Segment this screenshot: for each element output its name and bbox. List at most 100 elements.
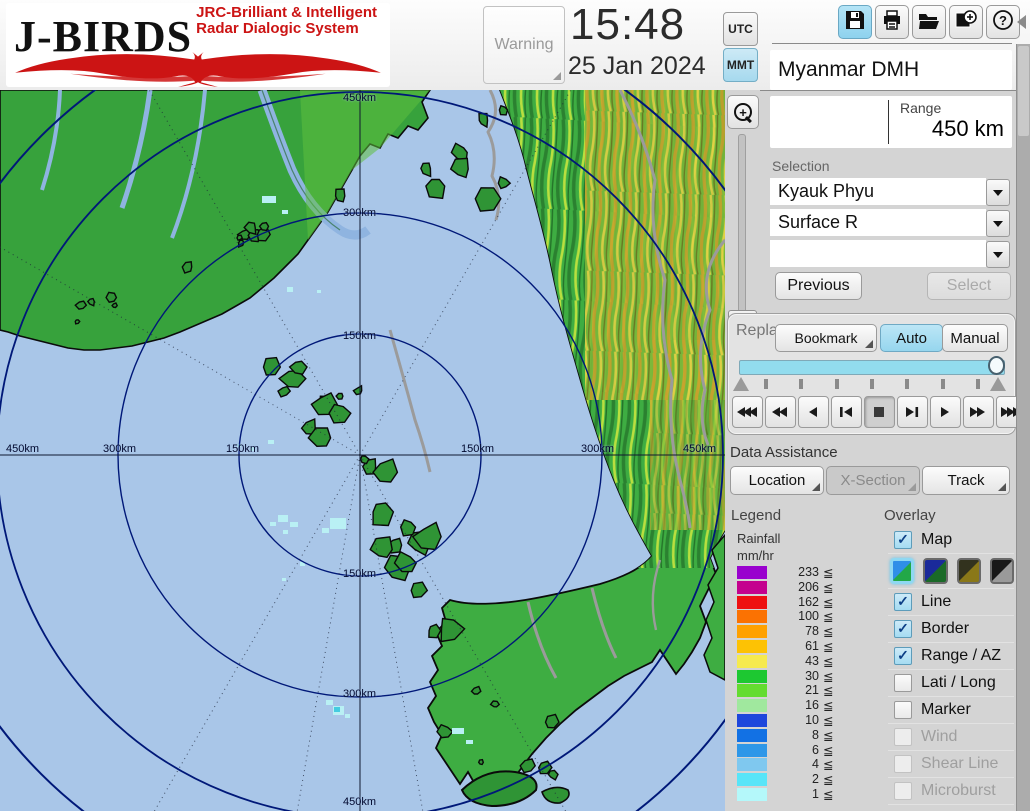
legend-swatch — [737, 773, 767, 786]
replay-range-end-marker[interactable] — [990, 377, 1006, 391]
unchecked-checkbox-icon[interactable] — [894, 701, 912, 719]
legend-swatch — [737, 640, 767, 653]
checked-checkbox-icon[interactable] — [894, 647, 912, 665]
warning-button[interactable]: Warning — [483, 6, 565, 84]
warning-label: Warning — [495, 36, 554, 54]
overlay-item-line[interactable]: Line — [888, 589, 1014, 616]
overlay-item-border[interactable]: Border — [888, 616, 1014, 643]
legend-lte-symbol: ≦ — [823, 772, 833, 787]
auto-button[interactable]: Auto — [880, 324, 943, 352]
playback-ffwd-fast-button[interactable] — [963, 396, 994, 428]
radar-map[interactable]: 450km300km150km150km300km450km450km300km… — [0, 90, 725, 811]
save-icon — [844, 9, 866, 36]
playback-rew-all-button[interactable] — [732, 396, 763, 428]
overlay-item-wind[interactable]: Wind — [888, 724, 1014, 751]
save-button[interactable] — [838, 5, 872, 39]
overlay-item-map[interactable]: Map — [888, 527, 1014, 554]
overlay-item-label: Range / AZ — [921, 647, 1001, 665]
legend-swatch — [737, 625, 767, 638]
legend-unit-line1: Rainfall — [737, 531, 780, 546]
legend-value: 16 — [773, 698, 819, 712]
unchecked-checkbox-icon[interactable] — [894, 755, 912, 773]
previous-button[interactable]: Previous — [775, 272, 862, 300]
overlay-item-lati-long[interactable]: Lati / Long — [888, 670, 1014, 697]
playback-play-button[interactable] — [930, 396, 961, 428]
legend-swatch — [737, 670, 767, 683]
overlay-item-label: Marker — [921, 701, 971, 719]
map-style-1-selected[interactable] — [890, 558, 914, 584]
collapse-panel-icon[interactable] — [1017, 15, 1026, 29]
replay-timeline-track[interactable] — [739, 360, 1005, 375]
site-dropdown[interactable]: Kyauk Phyu — [770, 178, 1010, 205]
print-button[interactable] — [875, 5, 909, 39]
playback-step-back-button[interactable] — [831, 396, 862, 428]
auto-label: Auto — [896, 330, 927, 347]
unchecked-checkbox-icon[interactable] — [894, 674, 912, 692]
overlay-item-shear-line[interactable]: Shear Line — [888, 751, 1014, 778]
playback-rew-fast-button[interactable] — [765, 396, 796, 428]
product-dropdown-arrow-icon[interactable] — [986, 210, 1010, 237]
legend-swatch — [737, 744, 767, 757]
overlay-label: Overlay — [884, 507, 936, 524]
x-section-button[interactable]: X-Section — [826, 466, 920, 495]
clock-date: 25 Jan 2024 — [568, 52, 738, 81]
mmt-button[interactable]: MMT — [723, 48, 758, 82]
option-dropdown-arrow-icon[interactable] — [986, 241, 1010, 268]
add-icon — [954, 9, 978, 36]
bookmark-button[interactable]: Bookmark — [775, 324, 877, 352]
track-button[interactable]: Track — [922, 466, 1010, 495]
overlay-item-label: Shear Line — [921, 755, 998, 773]
legend-value: 162 — [773, 595, 819, 609]
map-style-3[interactable] — [957, 558, 981, 584]
map-style-4[interactable] — [990, 558, 1014, 584]
overlay-item-label: Microburst — [921, 782, 996, 800]
overlay-item-label: Map — [921, 531, 952, 549]
legend-swatch — [737, 729, 767, 742]
playback-step-fwd-button[interactable] — [897, 396, 928, 428]
overlay-item-label: Border — [921, 620, 969, 638]
sidebar-scrollbar-thumb[interactable] — [1018, 46, 1029, 136]
manual-label: Manual — [950, 330, 999, 347]
product-dropdown[interactable]: Surface R — [770, 209, 1010, 236]
zoom-in-button[interactable]: + — [727, 95, 759, 129]
playback-stop-button[interactable] — [864, 396, 895, 428]
legend-lte-symbol: ≦ — [823, 580, 833, 595]
checked-checkbox-icon[interactable] — [894, 593, 912, 611]
playback-play-back-button[interactable] — [798, 396, 829, 428]
overlay-item-marker[interactable]: Marker — [888, 697, 1014, 724]
location-button[interactable]: Location — [730, 466, 824, 495]
legend-swatch — [737, 596, 767, 609]
unchecked-checkbox-icon[interactable] — [894, 782, 912, 800]
add-button[interactable] — [949, 5, 983, 39]
range-ring-label: 150km — [343, 568, 376, 580]
overlay-item-range-az[interactable]: Range / AZ — [888, 643, 1014, 670]
previous-label: Previous — [787, 277, 849, 295]
replay-timeline-handle[interactable] — [988, 356, 1005, 375]
site-dropdown-arrow-icon[interactable] — [986, 179, 1010, 206]
station-name: Myanmar DMH — [770, 50, 1012, 90]
checked-checkbox-icon[interactable] — [894, 531, 912, 549]
replay-range-start-marker[interactable] — [733, 377, 749, 391]
button-label: X-Section — [840, 472, 905, 489]
range-ring-label: 150km — [226, 443, 259, 455]
manual-button[interactable]: Manual — [942, 324, 1008, 352]
open-button[interactable] — [912, 5, 946, 39]
button-label: Location — [749, 472, 806, 489]
unchecked-checkbox-icon[interactable] — [894, 728, 912, 746]
option-dropdown[interactable] — [770, 240, 1010, 267]
help-button[interactable]: ? — [986, 5, 1020, 39]
map-style-2[interactable] — [923, 558, 947, 584]
legend-lte-symbol: ≦ — [823, 565, 833, 580]
utc-button[interactable]: UTC — [723, 12, 758, 46]
ffwd-fast-icon — [968, 405, 989, 419]
sidebar-scrollbar[interactable] — [1016, 44, 1030, 811]
legend-value: 233 — [773, 565, 819, 579]
eagle-icon — [10, 51, 386, 87]
legend-swatch — [737, 788, 767, 801]
overlay-item-microburst[interactable]: Microburst — [888, 778, 1014, 805]
step-back-icon — [836, 405, 857, 419]
clock-time: 15:48 — [570, 0, 720, 50]
select-button[interactable]: Select — [927, 272, 1011, 300]
legend-value: 8 — [773, 728, 819, 742]
checked-checkbox-icon[interactable] — [894, 620, 912, 638]
